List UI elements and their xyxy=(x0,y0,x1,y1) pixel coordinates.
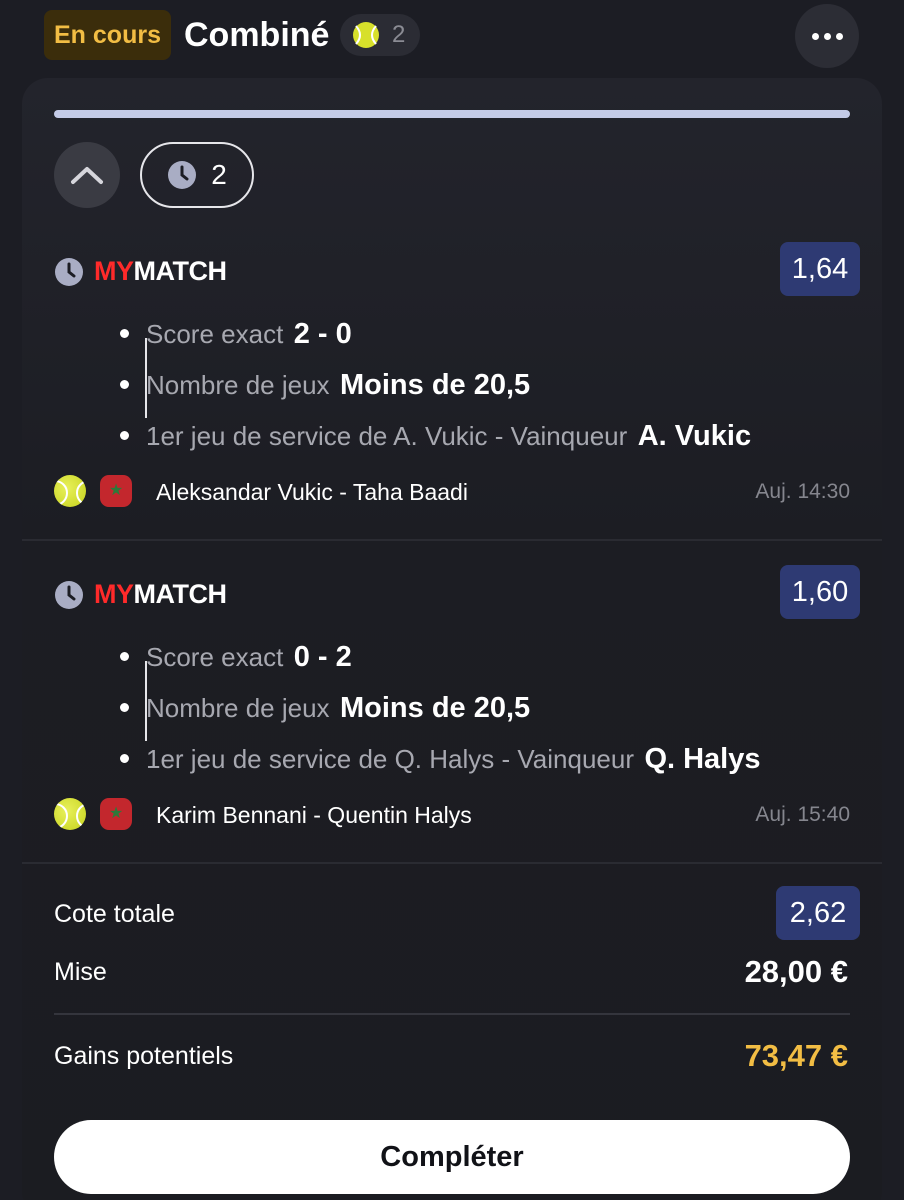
more-icon-dot xyxy=(811,32,819,40)
progress-bar xyxy=(54,110,850,118)
leg-value: Moins de 20,5 xyxy=(340,692,531,724)
leg-label: 1er jeu de service de Q. Halys - Vainque… xyxy=(146,744,634,774)
more-icon-dot xyxy=(823,32,831,40)
leg-value: Q. Halys xyxy=(644,743,761,775)
selection-count: 2 xyxy=(392,21,406,48)
mymatch-brand: MYMATCH xyxy=(54,256,227,287)
leg-value: Moins de 20,5 xyxy=(340,369,531,401)
leg-dot xyxy=(120,754,129,763)
match-name: Aleksandar Vukic - Taha Baadi xyxy=(156,479,468,505)
match-time: Auj. 15:40 xyxy=(755,803,850,826)
leg-dot xyxy=(120,703,129,712)
leg-label: Score exact xyxy=(146,319,284,349)
bet-card: 2 MYMATCH 1,64 Score exact 2 - 0 Nombre … xyxy=(22,78,882,1200)
chevron-up-icon xyxy=(71,167,103,184)
morocco-flag-icon: ★ xyxy=(100,475,132,507)
total-odds-badge: 2,62 xyxy=(776,886,860,940)
stake-label: Mise xyxy=(54,958,107,986)
leg-item: Nombre de jeux Moins de 20,5 xyxy=(120,688,531,728)
leg-value: A. Vukic xyxy=(637,420,752,452)
more-button[interactable] xyxy=(795,4,859,68)
leg-item: Nombre de jeux Moins de 20,5 xyxy=(120,365,531,405)
summary-divider xyxy=(54,1013,850,1015)
divider xyxy=(22,862,882,864)
leg-dot xyxy=(120,329,129,338)
leg-item: Score exact 2 - 0 xyxy=(120,314,352,354)
leg-item: Score exact 0 - 2 xyxy=(120,637,352,677)
clock-icon xyxy=(55,257,83,286)
leg-item: 1er jeu de service de Q. Halys - Vainque… xyxy=(120,739,761,779)
leg-dot xyxy=(120,652,129,661)
mymatch-logo: MYMATCH xyxy=(94,256,227,286)
odds-badge: 1,60 xyxy=(780,565,860,619)
mymatch-logo: MYMATCH xyxy=(94,579,227,609)
odds-badge: 1,64 xyxy=(780,242,860,296)
clock-icon xyxy=(168,161,197,189)
leg-label: 1er jeu de service de A. Vukic - Vainque… xyxy=(146,421,628,451)
morocco-flag-icon: ★ xyxy=(100,798,132,830)
status-badge: En cours xyxy=(44,10,171,60)
leg-label: Nombre de jeux xyxy=(146,370,330,400)
collapse-button[interactable] xyxy=(54,142,120,208)
selection-item: MYMATCH 1,64 Score exact 2 - 0 Nombre de… xyxy=(22,238,882,558)
stake-value: 28,00 € xyxy=(744,954,848,989)
pending-count: 2 xyxy=(211,159,227,190)
match-row[interactable]: ★ Aleksandar Vukic - Taha Baadi Auj. 14:… xyxy=(54,472,850,512)
mymatch-brand: MYMATCH xyxy=(54,579,227,610)
leg-value: 2 - 0 xyxy=(293,318,352,350)
gains-label: Gains potentiels xyxy=(54,1042,234,1070)
total-odds-label: Cote totale xyxy=(54,900,175,928)
selection-item: MYMATCH 1,60 Score exact 0 - 2 Nombre de… xyxy=(22,561,882,881)
leg-item: 1er jeu de service de A. Vukic - Vainque… xyxy=(120,416,752,456)
more-icon-dot xyxy=(835,32,843,40)
bet-type-title: Combiné xyxy=(184,16,330,54)
gains-value: 73,47 € xyxy=(744,1038,848,1073)
pending-filter[interactable]: 2 xyxy=(140,142,254,208)
selection-count-pill: 2 xyxy=(340,14,420,56)
leg-dot xyxy=(120,431,129,440)
tennis-ball-icon xyxy=(353,22,379,48)
divider xyxy=(22,539,882,541)
complete-button[interactable]: Compléter xyxy=(54,1120,850,1194)
clock-icon xyxy=(55,580,83,609)
tennis-ball-icon xyxy=(54,798,86,830)
leg-label: Nombre de jeux xyxy=(146,693,330,723)
match-time: Auj. 14:30 xyxy=(755,480,850,503)
leg-label: Score exact xyxy=(146,642,284,672)
match-row[interactable]: ★ Karim Bennani - Quentin Halys Auj. 15:… xyxy=(54,795,850,835)
match-name: Karim Bennani - Quentin Halys xyxy=(156,802,472,828)
tennis-ball-icon xyxy=(54,475,86,507)
leg-value: 0 - 2 xyxy=(293,641,352,673)
leg-dot xyxy=(120,380,129,389)
